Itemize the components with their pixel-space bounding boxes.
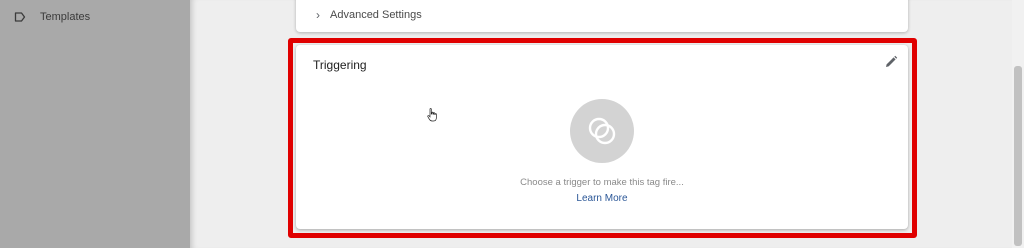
tag-icon: [14, 11, 26, 23]
pencil-icon: [884, 55, 898, 69]
configuration-card: › Advanced Settings: [296, 0, 908, 32]
choose-trigger-button[interactable]: [570, 99, 634, 163]
hand-cursor-icon: [427, 108, 438, 122]
triggering-card[interactable]: Triggering Choose a trigger to make this…: [296, 45, 908, 229]
sidebar-item-label: Templates: [40, 11, 91, 23]
trigger-hint-text: Choose a trigger to make this tag fire..…: [520, 177, 684, 188]
advanced-settings-toggle[interactable]: › Advanced Settings: [316, 9, 422, 21]
learn-more-link[interactable]: Learn More: [296, 193, 908, 204]
scrollbar-thumb[interactable]: [1014, 66, 1022, 246]
vertical-scrollbar[interactable]: [1012, 0, 1024, 248]
edit-button[interactable]: [884, 55, 898, 69]
sidebar-item-templates[interactable]: Templates: [14, 9, 90, 25]
card-title: Triggering: [313, 58, 367, 72]
sidebar: Templates: [0, 0, 190, 248]
chevron-right-icon: ›: [316, 8, 320, 22]
advanced-settings-label: Advanced Settings: [330, 9, 422, 21]
